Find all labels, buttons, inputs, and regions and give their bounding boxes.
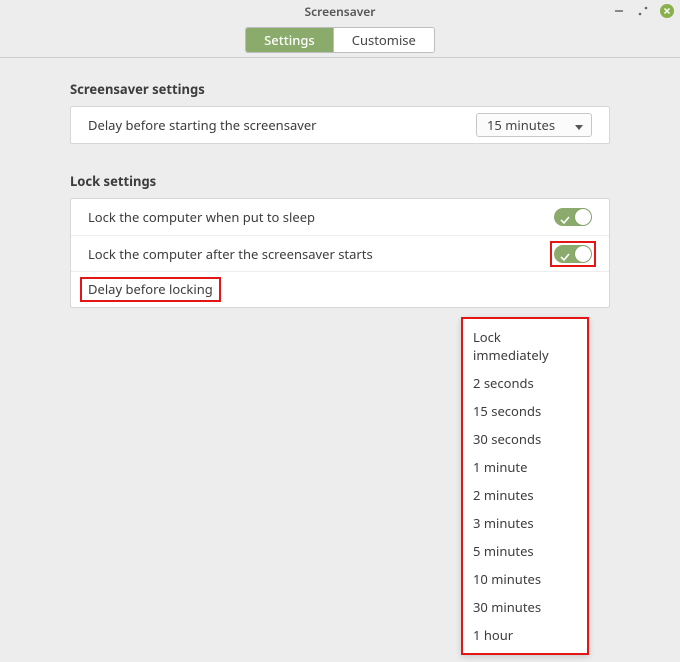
lock-delay-option[interactable]: 1 minute bbox=[463, 453, 587, 481]
screensaver-delay-combo[interactable]: 15 minutes bbox=[476, 113, 592, 137]
lock-delay-option[interactable]: Lock immediately bbox=[463, 323, 587, 369]
lock-after-ss-row: Lock the computer after the screensaver … bbox=[71, 235, 609, 271]
highlight-box bbox=[550, 241, 596, 267]
toggle-knob bbox=[575, 209, 591, 225]
tab-customise[interactable]: Customise bbox=[333, 28, 434, 52]
lock-delay-row: Delay before locking bbox=[71, 271, 609, 307]
chevron-down-icon bbox=[575, 116, 583, 134]
lock-delay-option[interactable]: 30 minutes bbox=[463, 593, 587, 621]
tab-group: Settings Customise bbox=[245, 27, 435, 53]
minimize-button[interactable] bbox=[612, 4, 626, 18]
window-buttons bbox=[612, 0, 674, 22]
screensaver-panel: Delay before starting the screensaver 15… bbox=[70, 106, 610, 144]
check-icon bbox=[560, 211, 570, 221]
tab-settings[interactable]: Settings bbox=[246, 28, 333, 52]
lock-delay-option[interactable]: 30 seconds bbox=[463, 425, 587, 453]
lock-section-title: Lock settings bbox=[70, 172, 610, 190]
screensaver-delay-row: Delay before starting the screensaver 15… bbox=[71, 107, 609, 143]
titlebar: Screensaver bbox=[0, 0, 680, 22]
maximize-button[interactable] bbox=[636, 4, 650, 18]
lock-sleep-row: Lock the computer when put to sleep bbox=[71, 199, 609, 235]
window-title: Screensaver bbox=[304, 3, 375, 20]
lock-after-ss-toggle[interactable] bbox=[554, 245, 592, 263]
lock-delay-option[interactable]: 2 minutes bbox=[463, 481, 587, 509]
lock-delay-option[interactable]: 3 minutes bbox=[463, 509, 587, 537]
screensaver-section-title: Screensaver settings bbox=[70, 80, 610, 98]
lock-delay-dropdown: Lock immediately2 seconds15 seconds30 se… bbox=[461, 317, 589, 655]
lock-delay-option[interactable]: 10 minutes bbox=[463, 565, 587, 593]
screensaver-delay-label: Delay before starting the screensaver bbox=[88, 116, 317, 134]
toolbar: Settings Customise bbox=[0, 22, 680, 58]
lock-after-ss-label: Lock the computer after the screensaver … bbox=[88, 245, 373, 263]
lock-delay-option[interactable]: 2 seconds bbox=[463, 369, 587, 397]
content-area: Screensaver settings Delay before starti… bbox=[0, 58, 680, 308]
check-icon bbox=[560, 248, 570, 258]
toggle-knob bbox=[575, 246, 591, 262]
lock-sleep-label: Lock the computer when put to sleep bbox=[88, 208, 315, 226]
lock-delay-label: Delay before locking bbox=[88, 280, 213, 298]
highlight-box: Delay before locking bbox=[80, 277, 221, 302]
lock-panel: Lock the computer when put to sleep Lock… bbox=[70, 198, 610, 308]
lock-delay-option[interactable]: 1 hour bbox=[463, 621, 587, 649]
screensaver-delay-value: 15 minutes bbox=[487, 116, 555, 134]
close-button[interactable] bbox=[660, 4, 674, 18]
lock-delay-option[interactable]: 5 minutes bbox=[463, 537, 587, 565]
lock-delay-option[interactable]: 15 seconds bbox=[463, 397, 587, 425]
lock-sleep-toggle[interactable] bbox=[554, 208, 592, 226]
